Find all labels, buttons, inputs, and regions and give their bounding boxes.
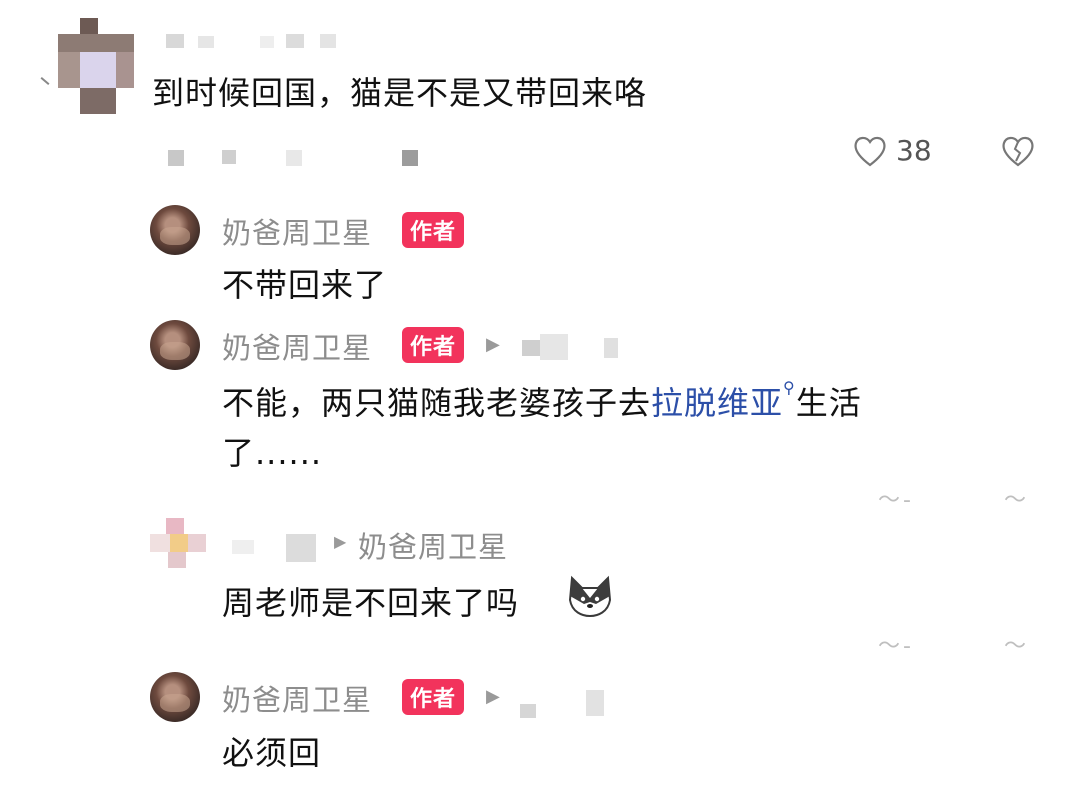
reply-text-before: 不能，两只猫随我老婆孩子去	[222, 384, 652, 422]
author-avatar[interactable]	[150, 205, 200, 255]
author-avatar[interactable]	[150, 320, 200, 370]
commenter-avatar-blurred[interactable]	[150, 518, 208, 570]
location-link[interactable]: 拉脱维亚	[651, 384, 783, 422]
heart-outline-icon[interactable]	[852, 134, 888, 168]
reply-text: 不带回来了	[222, 266, 388, 304]
husky-emoji	[566, 574, 614, 618]
author-badge: 作者	[402, 212, 465, 248]
reply-text-line2: 了......	[222, 434, 323, 472]
broken-heart-icon[interactable]	[1000, 134, 1036, 168]
top-comment-text: 到时候回国，猫是不是又带回来咯	[152, 74, 648, 112]
top-avatar[interactable]	[58, 18, 134, 114]
author-name[interactable]: 奶爸周卫星	[222, 677, 372, 719]
reply-text-after: 生活	[795, 384, 862, 422]
reply-text: 必须回	[222, 734, 322, 772]
reply-text: 周老师是不回来了吗	[222, 584, 520, 622]
like-count: 38	[896, 134, 932, 167]
author-avatar[interactable]	[150, 672, 200, 722]
author-name[interactable]: 奶爸周卫星	[222, 325, 372, 367]
faded-action-icon: 〜 -	[878, 634, 911, 659]
reply-arrow-icon: ▶	[486, 334, 500, 355]
author-name[interactable]: 奶爸周卫星	[222, 210, 372, 252]
faded-action-icon: 〜 -	[878, 488, 911, 513]
faded-action-icon: 〜	[1004, 634, 1026, 659]
search-magnifier-icon[interactable]: ⚲	[783, 378, 796, 397]
author-badge: 作者	[402, 327, 465, 363]
reply-text-line1: 不能，两只猫随我老婆孩子去拉脱维亚⚲生活	[222, 378, 862, 424]
tick-mark	[40, 77, 50, 85]
faded-action-icon: 〜	[1004, 488, 1026, 513]
reply-arrow-icon: ▶	[486, 686, 500, 707]
reply-to-name[interactable]: 奶爸周卫星	[358, 524, 508, 566]
reply-arrow-icon: ▶	[334, 532, 347, 551]
author-badge: 作者	[402, 679, 465, 715]
